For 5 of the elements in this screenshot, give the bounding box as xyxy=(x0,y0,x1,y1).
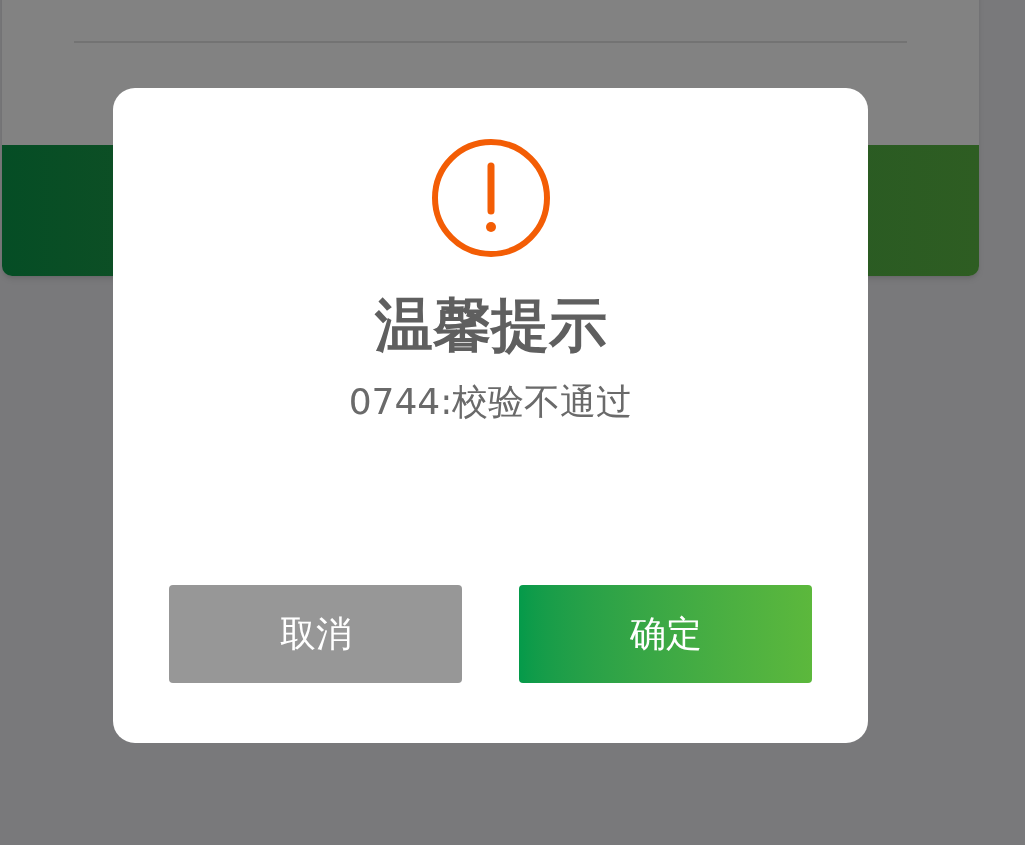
cancel-button[interactable]: 取消 xyxy=(169,585,462,683)
warning-icon xyxy=(430,138,551,258)
confirm-button[interactable]: 确定 xyxy=(519,585,812,683)
dialog-message: 0744:校验不通过 xyxy=(348,380,633,424)
dialog-title: 温馨提示 xyxy=(374,290,607,360)
